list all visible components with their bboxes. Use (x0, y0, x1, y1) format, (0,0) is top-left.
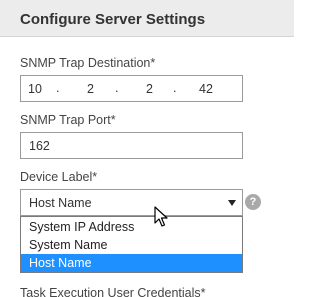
snmp-trap-port-label: SNMP Trap Port* (20, 113, 116, 127)
ip-octet-1[interactable]: 10 (28, 82, 42, 96)
dialog-header: Configure Server Settings (0, 0, 294, 37)
ip-octet-3[interactable]: 2 (146, 82, 153, 96)
device-label-dropdown-list[interactable]: System IP Address System Name Host Name (20, 216, 243, 273)
snmp-trap-port-input[interactable] (20, 132, 243, 159)
ip-dot-1: . (56, 81, 60, 95)
device-label-option-host-name[interactable]: Host Name (21, 254, 242, 272)
device-label-option-system-name[interactable]: System Name (21, 236, 242, 254)
dialog-title: Configure Server Settings (20, 11, 206, 28)
ip-octet-2[interactable]: 2 (87, 82, 94, 96)
device-label-label: Device Label* (20, 170, 98, 184)
ip-dot-2: . (115, 81, 119, 95)
device-label-selected-value: Host Name (29, 196, 92, 210)
question-mark-icon[interactable]: ? (245, 194, 261, 210)
snmp-trap-destination-label: SNMP Trap Destination* (20, 56, 156, 70)
task-execution-credentials-label: Task Execution User Credentials* (20, 286, 206, 297)
device-label-option-system-ip-address[interactable]: System IP Address (21, 218, 242, 236)
ip-dot-3: . (173, 81, 177, 95)
ip-octet-4[interactable]: 42 (199, 82, 213, 96)
dropdown-arrow-icon[interactable] (228, 200, 236, 206)
snmp-trap-destination-ip-input[interactable]: 10 . 2 . 2 . 42 (20, 75, 243, 102)
device-label-select[interactable]: Host Name (20, 189, 243, 216)
mouse-pointer-icon (154, 206, 168, 227)
